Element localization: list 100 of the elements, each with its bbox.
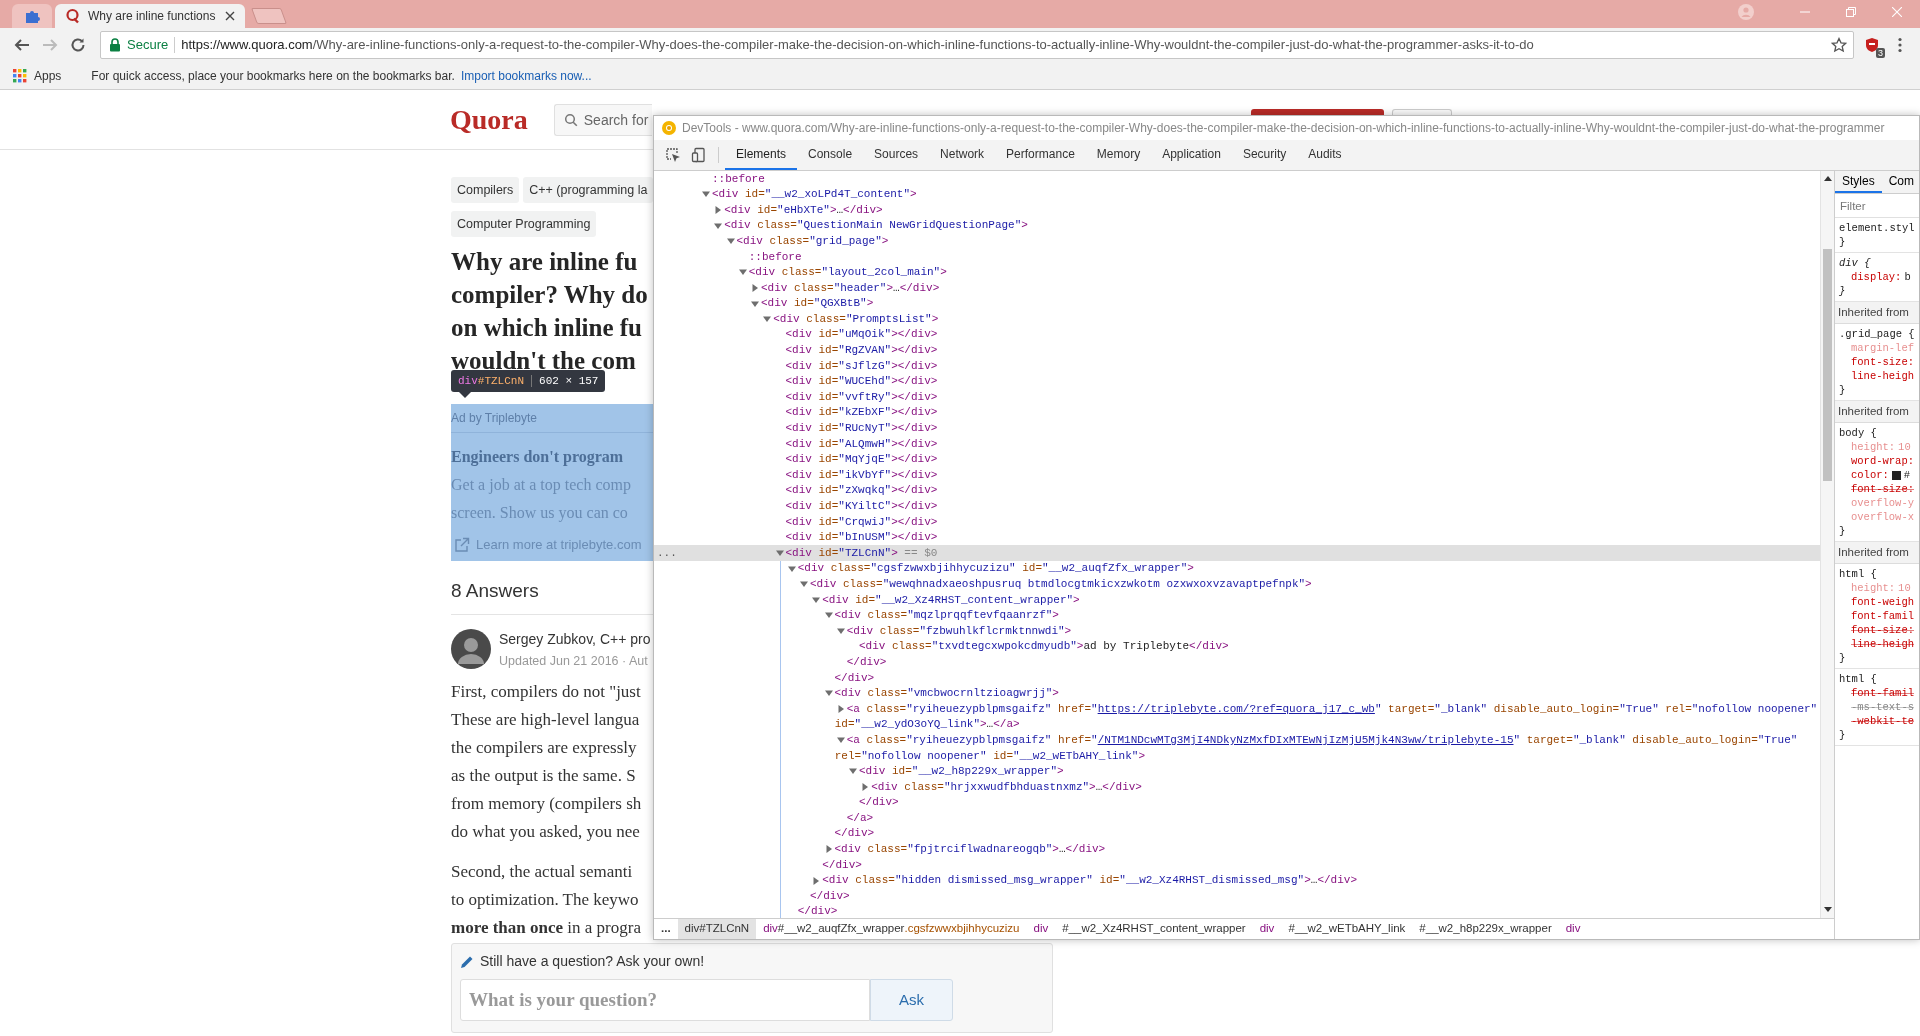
dom-node-row[interactable]: <a class="ryiheuezypblpmsgaifz" href="/NTM1NDcwMTg3MjI4NDkyNzMxfDIxMTEwNjIzMjU5Mjk4N3ww/triplebyte-15" target="_blank" disable_auto_login="True"	[654, 732, 1820, 748]
breadcrumb-item[interactable]: div#TZLCnN	[677, 919, 757, 939]
inspect-element-icon[interactable]	[665, 147, 681, 163]
disclosure-triangle-icon[interactable]	[787, 564, 796, 573]
disclosure-triangle-icon[interactable]	[702, 190, 710, 199]
search-field[interactable]: Search for	[553, 103, 652, 136]
dom-node-row[interactable]: <div class="layout_2col_main">	[654, 264, 1820, 281]
dom-node-row[interactable]: <div id="RgZVAN"></div>	[654, 342, 1820, 359]
breadcrumb-item[interactable]: div	[1026, 919, 1056, 939]
devtools-tab[interactable]: Performance	[995, 140, 1086, 170]
disclosure-triangle-icon[interactable]	[824, 689, 833, 698]
devtools-tab[interactable]: Network	[929, 140, 996, 170]
disclosure-triangle-icon[interactable]	[861, 782, 870, 791]
import-bookmarks-link[interactable]: Import bookmarks now...	[460, 66, 592, 85]
dom-node-row[interactable]: <div id="vvftRy"></div>	[654, 389, 1820, 405]
dom-node-row[interactable]: <div id="uMqOik"></div>	[654, 326, 1820, 343]
dom-node-row[interactable]: <div class="PromptsList">	[654, 311, 1820, 327]
disclosure-triangle-icon[interactable]	[849, 767, 857, 776]
disclosure-triangle-icon[interactable]	[836, 705, 845, 713]
dom-node-row[interactable]: <div class="cgsfzwwxbjihhycuzizu" id="__w2_auqfZfx_wrapper">	[654, 560, 1820, 577]
disclosure-triangle-icon[interactable]	[751, 299, 759, 308]
ask-button[interactable]: Ask	[870, 979, 953, 1021]
disclosure-triangle-icon[interactable]	[714, 221, 723, 230]
topic-chip[interactable]: Compilers	[451, 177, 520, 203]
dom-node-row[interactable]: <div class="vmcbwocrnltzioagwrjj">	[654, 685, 1820, 702]
dom-node-row[interactable]: <div id="ikVbYf"></div>	[654, 467, 1820, 483]
disclosure-triangle-icon[interactable]	[751, 283, 759, 292]
dom-node-row[interactable]: <div class="txvdtegcxwpokcdmyudb">ad by Triplebyte</div>	[654, 638, 1820, 655]
styles-tab[interactable]: Styles	[1835, 171, 1882, 193]
browser-tab[interactable]: Why are inline functions	[55, 4, 245, 28]
dom-node-row[interactable]: <div id="TZLCnN"> == $0 ...	[654, 545, 1820, 561]
star-icon[interactable]	[1831, 37, 1847, 53]
dom-node-row[interactable]: <div id="__w2_h8p229x_wrapper">	[654, 763, 1820, 780]
breadcrumb-overflow-button[interactable]: ...	[654, 919, 678, 939]
color-swatch[interactable]	[1891, 470, 1901, 480]
dom-node-row[interactable]: <div class="hidden dismissed_msg_wrapper" id="__w2_Xz4RHST_dismissed_msg">…</div>	[654, 872, 1820, 889]
dom-node-row[interactable]: <div class="fzbwuhlkflcrmktnnwdi">	[654, 623, 1820, 639]
author-name[interactable]: Sergey Zubkov, C++ pro	[499, 628, 651, 650]
disclosure-triangle-icon[interactable]	[836, 627, 845, 635]
dom-node-row[interactable]: ::before	[654, 171, 1820, 187]
breadcrumb-item[interactable]: #__w2_wETbAHY_link	[1281, 919, 1413, 939]
devtools-tab[interactable]: Sources	[863, 140, 930, 170]
dom-node-row[interactable]: <div id="MqYjqE"></div>	[654, 451, 1820, 468]
dom-node-row[interactable]: <div id="__w2_Xz4RHST_content_wrapper">	[654, 592, 1820, 608]
disclosure-triangle-icon[interactable]	[714, 206, 723, 214]
dom-node-row[interactable]: <div class="grid_page">	[654, 233, 1820, 249]
dom-node-row[interactable]: ::before	[654, 248, 1820, 265]
breadcrumb-item[interactable]: div	[1252, 919, 1282, 939]
question-input[interactable]: What is your question?	[460, 979, 870, 1021]
disclosure-triangle-icon[interactable]	[763, 315, 772, 324]
disclosure-triangle-icon[interactable]	[836, 736, 845, 745]
node-menu-button[interactable]: ...	[657, 544, 677, 562]
dom-node-row[interactable]: <div id="ALQmwH"></div>	[654, 436, 1820, 452]
device-toolbar-icon[interactable]	[691, 147, 707, 163]
dom-node-row[interactable]: <div class="QuestionMain NewGridQuestionPage">	[654, 217, 1820, 234]
dom-node-row[interactable]: <div id="eHbXTe">…</div>	[654, 202, 1820, 218]
disclosure-triangle-icon[interactable]	[775, 549, 784, 558]
dom-node-row[interactable]: <div id="QGXBtB">	[654, 295, 1820, 312]
devtools-tab[interactable]: Console	[797, 140, 864, 170]
breadcrumb-item[interactable]: div	[1558, 919, 1588, 939]
scroll-down-arrow-icon[interactable]	[1824, 907, 1832, 912]
devtools-tab[interactable]: Elements	[725, 140, 798, 170]
dom-node-row[interactable]: <a class="ryiheuezypblpmsgaifz" href="https://triplebyte.com/?ref=quora_j17_c_wb" target="_blank" disable_auto_login="True" rel="nofollow noopener"	[654, 701, 1820, 717]
dom-node-row[interactable]: <div id="KYiltC"></div>	[654, 498, 1820, 515]
breadcrumb-item[interactable]: #__w2_Xz4RHST_content_wrapper	[1055, 919, 1253, 939]
disclosure-triangle-icon[interactable]	[738, 268, 747, 277]
dom-node-row[interactable]: <div class="hrjxxwudfbhduastnxmz">…</div>	[654, 779, 1820, 795]
scrollbar-thumb[interactable]	[1823, 249, 1832, 481]
disclosure-triangle-icon[interactable]	[800, 580, 808, 589]
topic-chip[interactable]: C++ (programming la	[523, 177, 654, 203]
apps-link[interactable]: Apps	[34, 66, 62, 85]
disclosure-triangle-icon[interactable]	[812, 876, 821, 885]
tab-close-icon[interactable]	[225, 11, 235, 21]
dom-node-row[interactable]: <div id="RUcNyT"></div>	[654, 420, 1820, 437]
dom-node-row[interactable]: <div class="mqzlprqqftevfqaanrzf">	[654, 607, 1820, 624]
topic-chip[interactable]: Computer Programming	[451, 211, 597, 237]
dom-node-row[interactable]: <div class="fpjtrciflwadnareogqb">…</div>	[654, 841, 1820, 858]
apps-icon[interactable]	[12, 67, 28, 84]
dom-node-row[interactable]: <div class="header">…</div>	[654, 280, 1820, 296]
scroll-up-arrow-icon[interactable]	[1824, 176, 1832, 181]
disclosure-triangle-icon[interactable]	[812, 595, 821, 604]
dom-node-row[interactable]: <div id="kZEbXF"></div>	[654, 404, 1820, 421]
dom-node-row[interactable]: <div id="CrqwiJ"></div>	[654, 514, 1820, 530]
breadcrumb-item[interactable]: div#__w2_auqfZfx_wrapper.cgsfzwwxbjihhycuzizu	[756, 919, 1027, 939]
dom-node-row[interactable]: <div class="wewqhnadxaeoshpusruq btmdlocgtmkicxzwkotm ozxwxoxvzavaptpefnpk">	[654, 576, 1820, 593]
dom-node-row[interactable]: <div id="zXwqkq"></div>	[654, 482, 1820, 499]
breadcrumb-item[interactable]: #__w2_h8p229x_wrapper	[1412, 919, 1559, 939]
dom-node-row[interactable]: <div id="bInUSM"></div>	[654, 529, 1820, 546]
browser-tab[interactable]	[12, 4, 52, 28]
styles-tab[interactable]: Com	[1881, 171, 1919, 193]
devtools-tab[interactable]: Memory	[1085, 140, 1152, 170]
devtools-tab[interactable]: Audits	[1297, 140, 1353, 170]
disclosure-triangle-icon[interactable]	[726, 237, 735, 246]
disclosure-triangle-icon[interactable]	[824, 611, 833, 620]
dom-node-row[interactable]: <div id="__w2_xoLPd4T_content">	[654, 186, 1820, 203]
dom-node-row[interactable]: <div id="sJflzG"></div>	[654, 358, 1820, 374]
site-logo[interactable]: Quora	[450, 105, 528, 134]
address-bar[interactable]	[100, 31, 1854, 59]
devtools-tab[interactable]: Application	[1151, 140, 1232, 170]
dom-node-row[interactable]: <div id="WUCEhd"></div>	[654, 373, 1820, 390]
